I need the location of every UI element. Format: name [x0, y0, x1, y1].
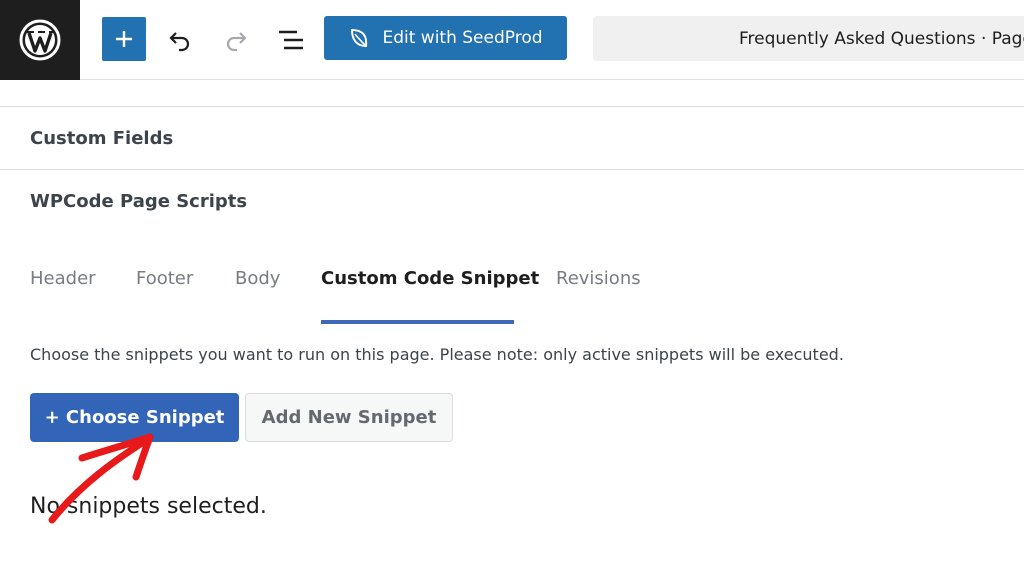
wpcode-page-scripts-panel-toggle[interactable]: WPCode Page Scripts: [30, 191, 247, 212]
tab-header[interactable]: Header: [30, 268, 96, 289]
tab-footer[interactable]: Footer: [136, 268, 193, 289]
undo-button[interactable]: [164, 24, 196, 56]
custom-fields-panel-toggle[interactable]: Custom Fields: [30, 128, 173, 149]
snippets-help-text: Choose the snippets you want to run on t…: [30, 345, 844, 364]
seedprod-button-label: Edit with SeedProd: [382, 28, 543, 48]
active-tab-indicator: [321, 320, 514, 324]
editor-toolbar: Edit with SeedProd Frequently Asked Ques…: [0, 0, 1024, 80]
tab-revisions[interactable]: Revisions: [556, 268, 641, 289]
annotation-arrow-icon: [48, 433, 154, 524]
document-overview-button[interactable]: [275, 24, 307, 56]
tab-custom-code-snippet[interactable]: Custom Code Snippet: [321, 268, 539, 289]
add-block-button[interactable]: [102, 17, 146, 61]
add-new-snippet-button[interactable]: Add New Snippet: [245, 393, 453, 442]
plus-icon: [116, 31, 132, 47]
tab-body[interactable]: Body: [235, 268, 280, 289]
undo-icon: [169, 32, 190, 52]
redo-button[interactable]: [220, 24, 252, 56]
divider: [0, 106, 1024, 107]
divider: [0, 169, 1024, 170]
redo-icon: [226, 32, 247, 52]
wordpress-logo-icon[interactable]: [0, 0, 80, 80]
edit-with-seedprod-button[interactable]: Edit with SeedProd: [324, 16, 567, 60]
seedprod-leaf-icon: [351, 28, 368, 48]
document-title: Frequently Asked Questions · Page: [739, 28, 1024, 49]
document-overview-icon: [279, 30, 303, 50]
document-title-bar[interactable]: Frequently Asked Questions · Page: [593, 16, 1024, 61]
